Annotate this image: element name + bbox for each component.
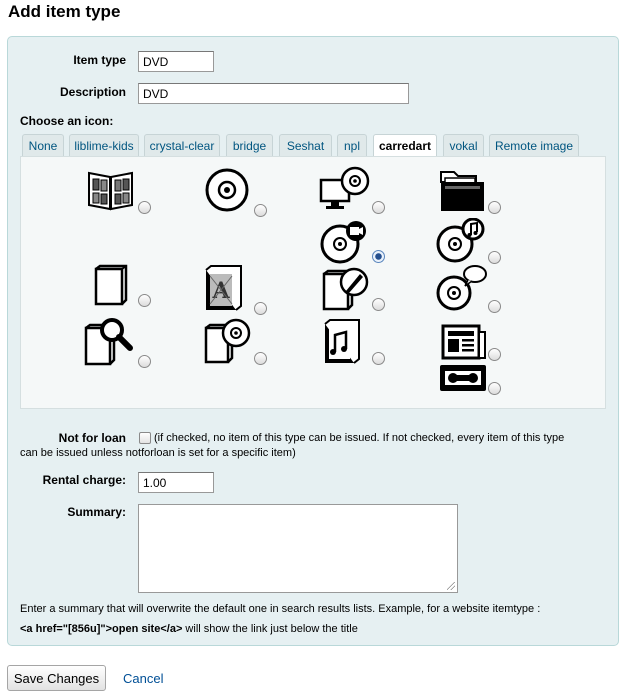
icon-radio-folder[interactable] (488, 201, 501, 214)
summary-label: Summary: (67, 505, 126, 519)
tab-bridge[interactable]: bridge (226, 134, 273, 156)
not-for-loan-help-line1: (if checked, no item of this type can be… (154, 432, 565, 444)
summary-example-suffix: will show the link just below the title (182, 623, 358, 635)
book-disc-icon[interactable] (202, 318, 252, 364)
icon-radio-videotape[interactable] (488, 382, 501, 395)
folder-icon[interactable] (438, 166, 488, 214)
summary-example-code: <a href="[856u]">open site</a> (20, 623, 183, 635)
resize-grip-icon[interactable] (447, 582, 455, 590)
summary-hint-text: Enter a summary that will overwrite the … (20, 603, 541, 615)
description-input[interactable] (138, 83, 409, 104)
books-icon[interactable] (86, 167, 136, 212)
icon-radio-music-book[interactable] (372, 352, 385, 365)
music-disc-icon[interactable] (436, 218, 488, 264)
icon-radio-art-book[interactable] (254, 302, 267, 315)
tab-none[interactable]: None (22, 134, 64, 156)
summary-hint: Enter a summary that will overwrite the … (20, 599, 610, 639)
save-changes-button[interactable]: Save Changes (7, 665, 106, 691)
computer-disc-icon[interactable] (318, 166, 370, 212)
tab-liblime-kids[interactable]: liblime-kids (69, 134, 139, 156)
item-type-label: Item type (73, 53, 126, 67)
not-for-loan-checkbox[interactable] (139, 432, 151, 444)
book-icon[interactable] (92, 264, 132, 308)
disc-icon[interactable] (204, 167, 252, 215)
icon-radio-book-disc[interactable] (254, 352, 267, 365)
tab-remote-image[interactable]: Remote image (489, 134, 579, 156)
icon-radio-draw-book[interactable] (372, 298, 385, 311)
page-title: Add item type (8, 2, 121, 21)
rental-charge-input[interactable] (138, 472, 214, 493)
icon-radio-video-disc[interactable] (372, 250, 385, 263)
icon-radio-talking-disc[interactable] (488, 300, 501, 313)
icon-radio-disc[interactable] (254, 204, 267, 217)
art-book-icon[interactable]: A (202, 264, 246, 314)
music-book-icon[interactable] (322, 318, 364, 366)
icon-radio-newspaper[interactable] (488, 348, 501, 361)
draw-book-icon[interactable] (320, 266, 370, 312)
tab-carredart[interactable]: carredart (373, 134, 437, 157)
summary-hint-example: <a href="[856u]">open site</a> will show… (20, 619, 610, 639)
rental-charge-label: Rental charge: (42, 473, 126, 487)
cancel-link[interactable]: Cancel (123, 671, 163, 686)
summary-textarea[interactable] (138, 504, 458, 593)
search-book-icon[interactable] (82, 316, 134, 368)
choose-icon-label: Choose an icon: (20, 114, 114, 128)
tab-crystal-clear[interactable]: crystal-clear (144, 134, 220, 156)
talking-disc-icon[interactable] (436, 264, 488, 312)
description-label: Description (59, 85, 126, 99)
tab-vokal[interactable]: vokal (443, 134, 484, 156)
videotape-icon[interactable] (438, 362, 488, 394)
video-disc-icon[interactable] (320, 220, 370, 264)
icon-radio-music-disc[interactable] (488, 251, 501, 264)
not-for-loan-label: Not for loan (58, 431, 126, 445)
tab-npl[interactable]: npl (337, 134, 367, 156)
item-type-input[interactable] (138, 51, 214, 72)
newspaper-icon[interactable] (440, 322, 488, 362)
icon-radio-search-book[interactable] (138, 355, 151, 368)
icon-radio-book[interactable] (138, 294, 151, 307)
tab-seshat[interactable]: Seshat (279, 134, 332, 156)
icon-radio-books[interactable] (138, 201, 151, 214)
not-for-loan-help-line2: can be issued unless notforloan is set f… (20, 447, 296, 459)
icon-radio-computer-disc[interactable] (372, 201, 385, 214)
